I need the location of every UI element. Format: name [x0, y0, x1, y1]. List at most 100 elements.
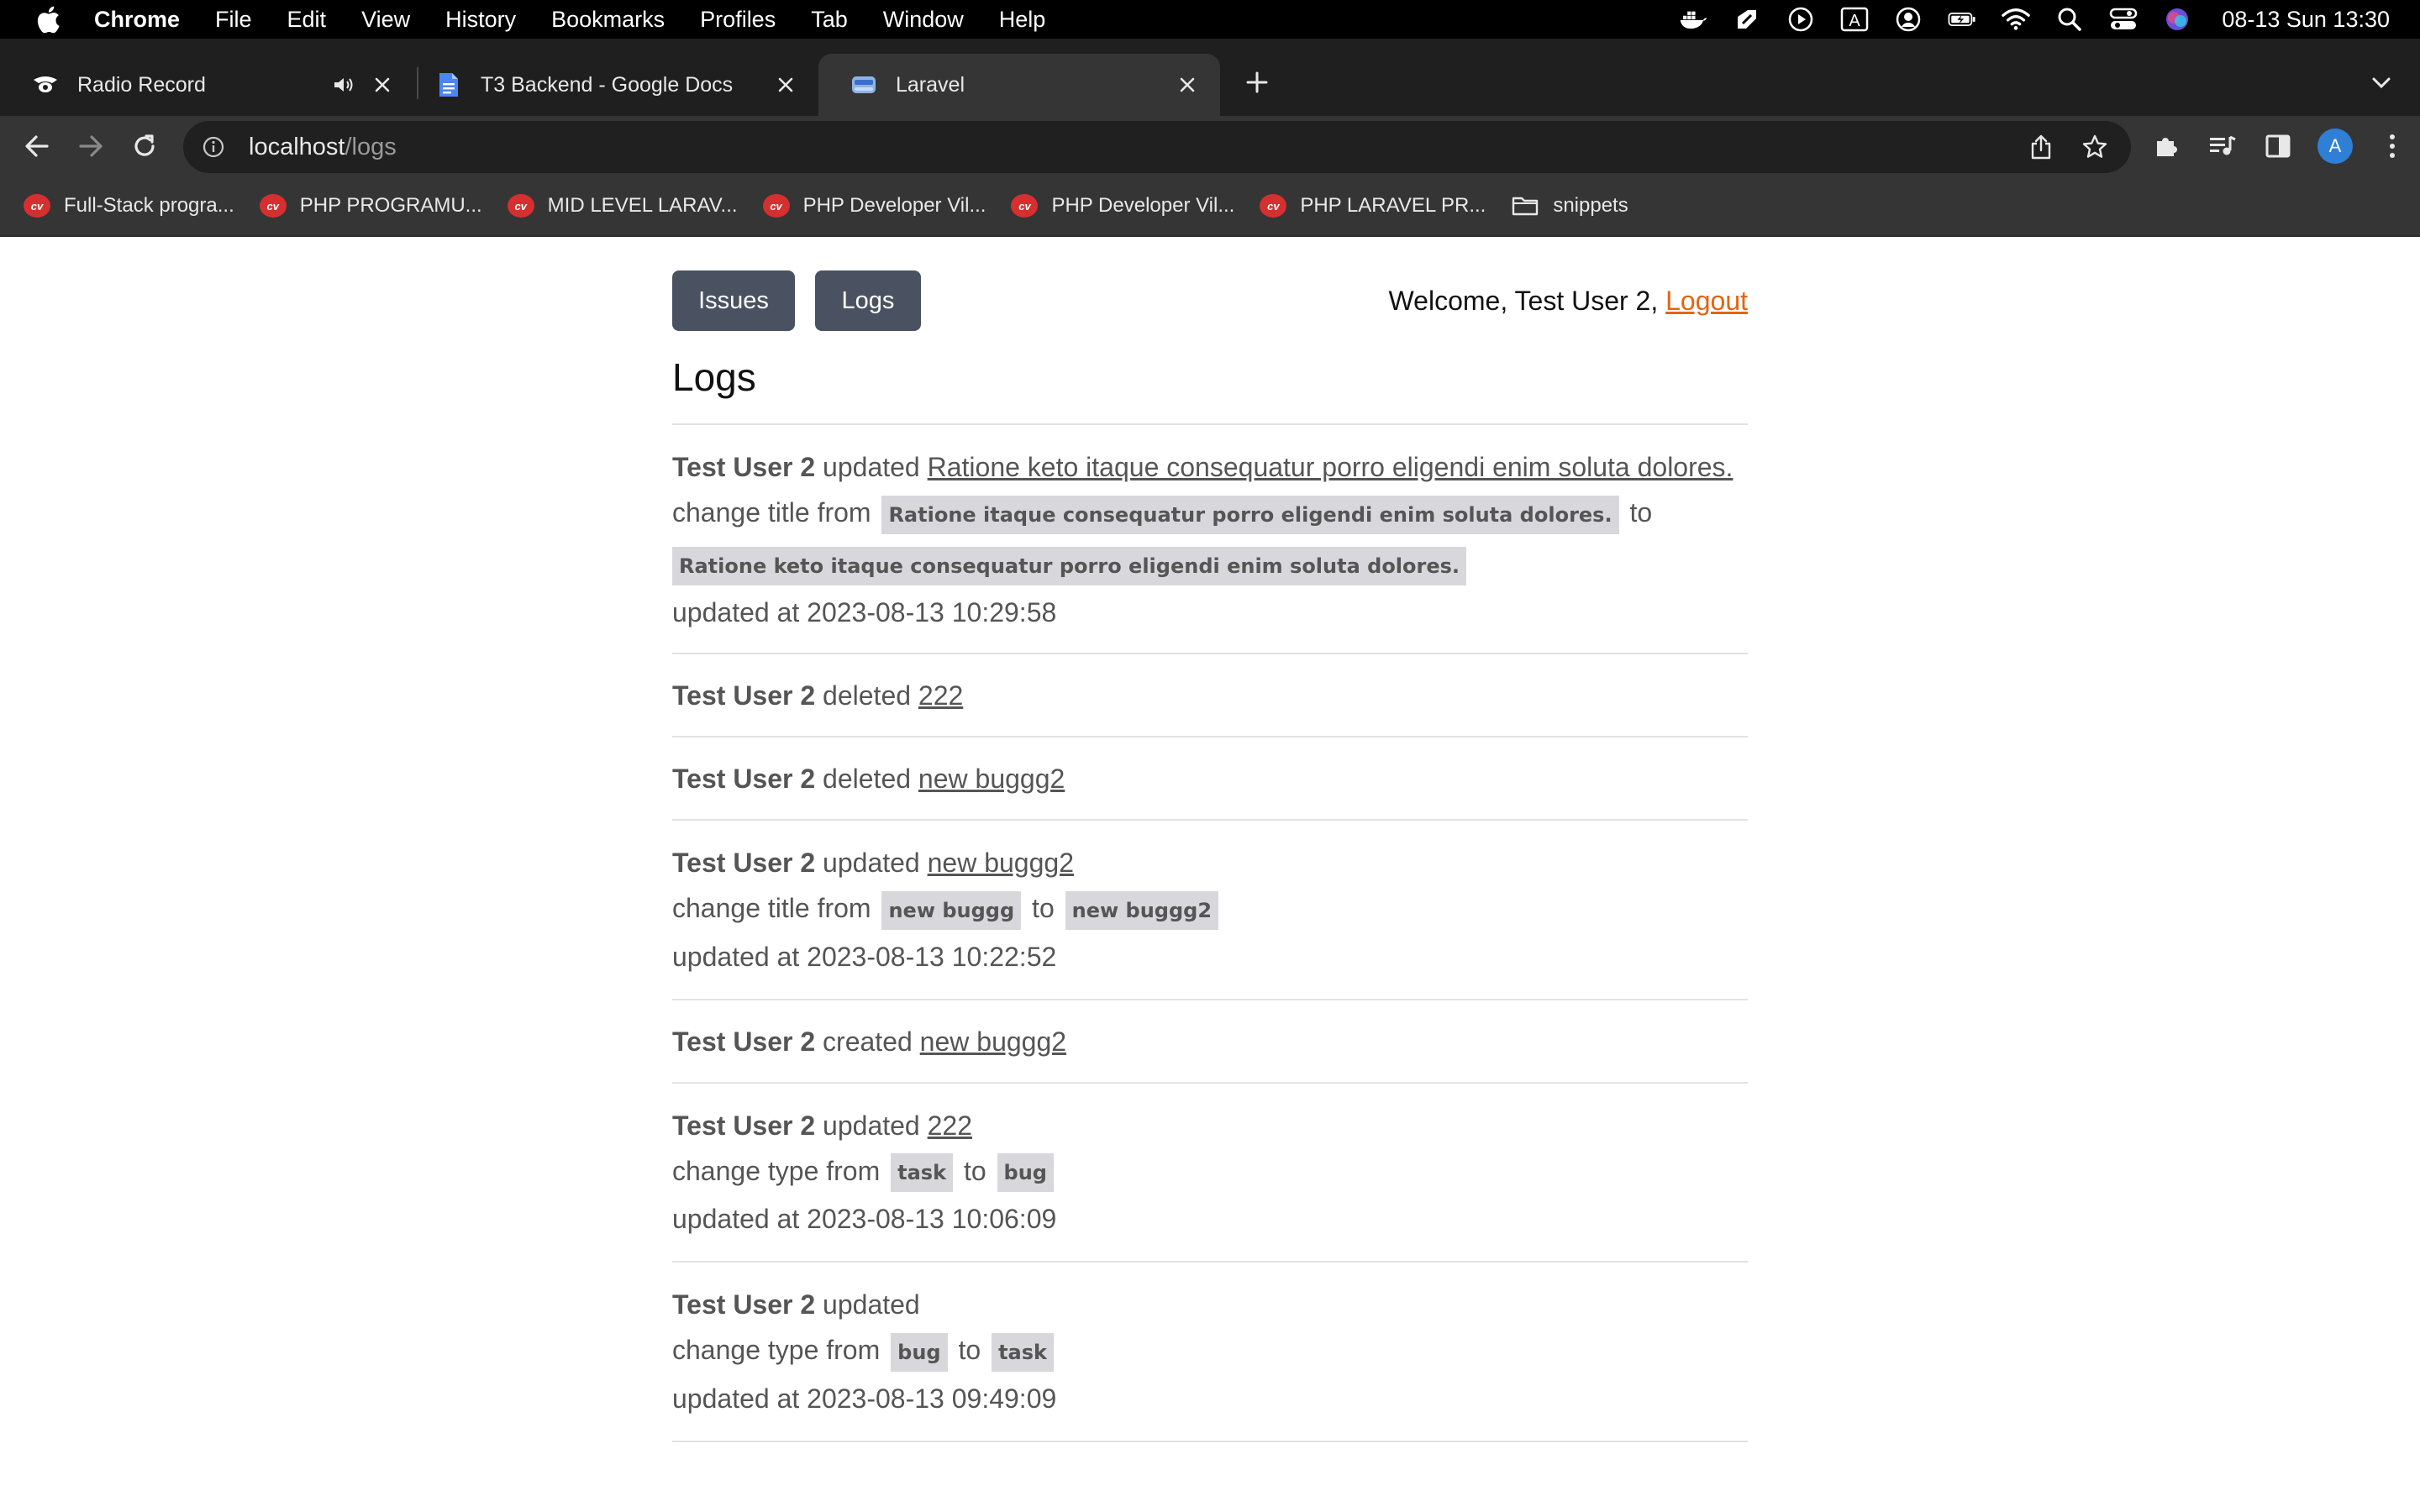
log-entry: Test User 2 deleted 222: [672, 654, 1748, 738]
log-action: deleted: [815, 764, 918, 795]
input-source-icon[interactable]: A: [1840, 5, 1869, 34]
log-target-link[interactable]: new buggg2: [928, 848, 1074, 878]
old-value-chip: bug: [891, 1332, 948, 1372]
log-user: Test User 2: [672, 848, 816, 879]
welcome-text: Welcome, Test User 2,: [1388, 286, 1666, 316]
page-nav: Issues Logs Welcome, Test User 2, Logout: [672, 237, 1748, 343]
battery-icon[interactable]: [1948, 5, 1976, 34]
reload-button[interactable]: [128, 129, 161, 163]
menubar-clock[interactable]: 08-13 Sun 13:30: [2222, 7, 2390, 33]
menu-history[interactable]: History: [445, 7, 516, 33]
log-change-new: Ratione keto itaque consequatur porro el…: [672, 544, 1748, 586]
new-tab-button[interactable]: [1240, 66, 1274, 99]
tab-radio-record[interactable]: Radio Record: [0, 54, 415, 116]
log-action: created: [815, 1026, 920, 1057]
bookmark-item[interactable]: cv Full-Stack progra...: [24, 194, 234, 218]
share-icon[interactable]: [2025, 131, 2057, 163]
cv-icon: cv: [762, 194, 790, 218]
folder-icon: [1511, 194, 1539, 218]
leaf-app-icon[interactable]: [1733, 5, 1761, 34]
logout-link[interactable]: Logout: [1665, 286, 1748, 316]
spotlight-search-icon[interactable]: [2055, 5, 2084, 34]
menu-edit[interactable]: Edit: [287, 7, 327, 33]
log-change: change type from bug to task: [672, 1330, 1748, 1372]
menu-bookmarks[interactable]: Bookmarks: [551, 7, 665, 33]
log-headline: Test User 2 deleted new buggg2: [672, 759, 1748, 799]
cv-icon: cv: [1011, 194, 1039, 218]
url-text[interactable]: localhost/logs: [249, 134, 397, 161]
log-target-link[interactable]: new buggg2: [920, 1026, 1066, 1057]
speaker-icon[interactable]: [331, 72, 356, 97]
log-target-link[interactable]: 222: [928, 1110, 972, 1141]
siri-icon[interactable]: [2163, 5, 2191, 34]
log-change-label: change type from: [672, 1335, 888, 1366]
log-change-label: change title from: [672, 893, 879, 924]
kebab-menu-icon[interactable]: [2376, 128, 2408, 165]
log-change-label: change type from: [672, 1155, 888, 1186]
log-entry: Test User 2 updated change type from bug…: [672, 1263, 1748, 1442]
log-change: change type from task to bug: [672, 1151, 1748, 1193]
log-timestamp: updated at 2023-08-13 10:29:58: [672, 597, 1057, 628]
log-headline: Test User 2 updated new buggg2: [672, 843, 1748, 883]
log-target-link[interactable]: Ratione keto itaque consequatur porro el…: [928, 452, 1733, 482]
tab-search-chevron-icon[interactable]: [2365, 66, 2398, 99]
log-user: Test User 2: [672, 1110, 816, 1141]
bookmarks-bar: cv Full-Stack progra... cv PHP PROGRAMU.…: [0, 176, 2420, 237]
tab-close-icon[interactable]: [1173, 71, 1202, 99]
back-button[interactable]: [20, 129, 54, 163]
new-value-chip: Ratione keto itaque consequatur porro el…: [672, 547, 1467, 586]
tab-title: Radio Record: [77, 72, 206, 97]
bookmark-item[interactable]: cv PHP PROGRAMU...: [259, 194, 482, 218]
side-panel-icon[interactable]: [2262, 128, 2294, 165]
issues-button[interactable]: Issues: [672, 270, 795, 331]
menu-view[interactable]: View: [361, 7, 410, 33]
log-user: Test User 2: [672, 1026, 816, 1057]
tab-google-docs[interactable]: T3 Backend - Google Docs: [403, 54, 818, 116]
wifi-icon[interactable]: [2002, 5, 2031, 34]
google-docs-icon: [435, 71, 462, 98]
media-queue-icon[interactable]: [2207, 128, 2238, 165]
user-account-icon[interactable]: [1894, 5, 1923, 34]
bookmark-item[interactable]: cv PHP Developer Vil...: [762, 194, 986, 218]
menu-window[interactable]: Window: [883, 7, 964, 33]
bookmark-folder-snippets[interactable]: snippets: [1511, 194, 1628, 218]
log-target-link[interactable]: new buggg2: [918, 764, 1065, 794]
log-change-label: change title from: [672, 497, 879, 528]
page-content: Issues Logs Welcome, Test User 2, Logout…: [672, 237, 1748, 1442]
log-timestamp: updated at 2023-08-13 10:22:52: [672, 941, 1057, 972]
menu-profiles[interactable]: Profiles: [700, 7, 776, 33]
menu-file[interactable]: File: [215, 7, 252, 33]
extensions-puzzle-icon[interactable]: [2151, 128, 2183, 165]
docker-icon[interactable]: [1679, 5, 1707, 34]
browser-tab-strip: Radio Record T3 Backend - Google Docs La…: [0, 39, 2420, 116]
bookmark-label: PHP Developer Vil...: [1051, 194, 1235, 217]
bookmark-item[interactable]: cv MID LEVEL LARAV...: [507, 194, 738, 218]
bookmark-star-icon[interactable]: [2079, 131, 2111, 163]
menubar-app-name[interactable]: Chrome: [94, 7, 180, 33]
log-user: Test User 2: [672, 764, 816, 795]
log-target-link[interactable]: 222: [918, 680, 963, 711]
play-circle-icon[interactable]: [1786, 5, 1815, 34]
bookmark-item[interactable]: cv PHP LARAVEL PR...: [1260, 194, 1486, 218]
tab-close-icon[interactable]: [771, 71, 800, 99]
log-user: Test User 2: [672, 452, 816, 482]
profile-avatar[interactable]: A: [2317, 129, 2353, 164]
log-user: Test User 2: [672, 680, 816, 711]
log-timestamp: updated at 2023-08-13 10:06:09: [672, 1204, 1057, 1235]
tab-close-icon[interactable]: [368, 71, 397, 99]
logs-button[interactable]: Logs: [815, 270, 921, 331]
menu-tab[interactable]: Tab: [811, 7, 848, 33]
tab-laravel[interactable]: Laravel: [818, 54, 1220, 116]
address-bar[interactable]: localhost/logs: [183, 121, 2131, 173]
forward-button[interactable]: [74, 129, 108, 163]
bookmark-label: PHP PROGRAMU...: [299, 194, 482, 217]
apple-menu-icon[interactable]: [34, 5, 62, 34]
cv-icon: cv: [1260, 194, 1287, 218]
site-info-icon[interactable]: [200, 134, 227, 160]
browser-toolbar: localhost/logs A: [0, 116, 2420, 176]
control-center-icon[interactable]: [2109, 5, 2138, 34]
bookmark-item[interactable]: cv PHP Developer Vil...: [1011, 194, 1234, 218]
log-user: Test User 2: [672, 1289, 816, 1320]
menu-help[interactable]: Help: [999, 7, 1046, 33]
url-path: /logs: [345, 133, 397, 160]
